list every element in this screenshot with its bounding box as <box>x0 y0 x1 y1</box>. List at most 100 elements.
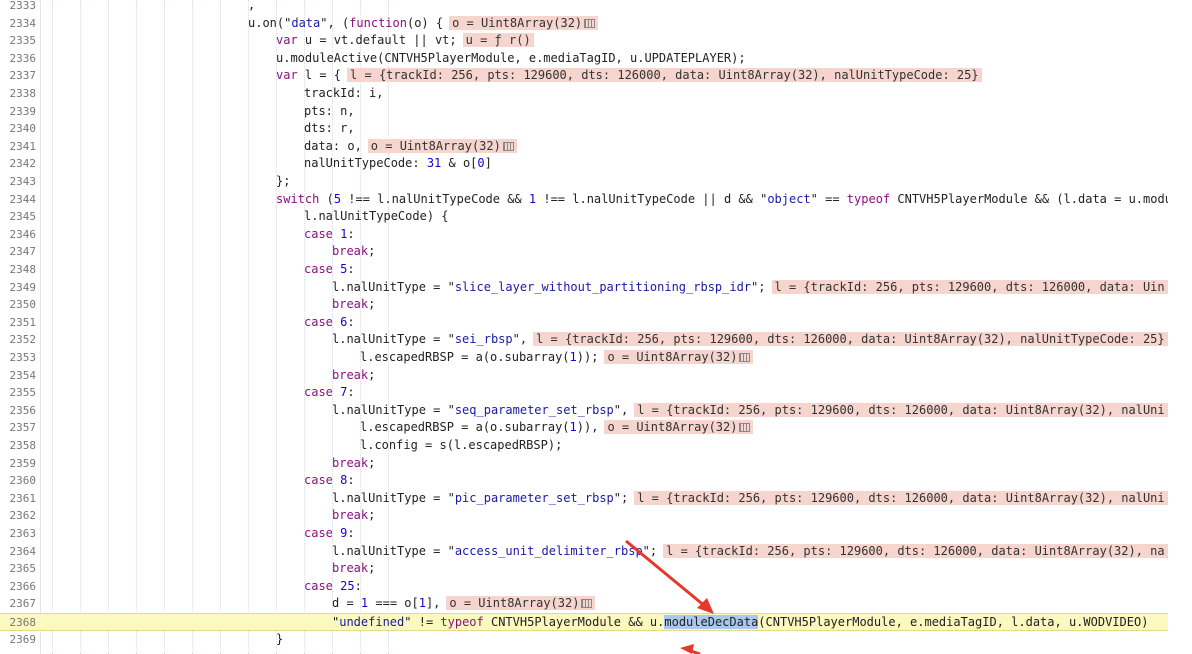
inline-debug-value[interactable]: l = {trackId: 256, pts: 129600, dts: 126… <box>533 332 1168 347</box>
code-line[interactable]: 2359 break; <box>0 455 1168 473</box>
code-line[interactable]: 2356 l.nalUnitType = "seq_parameter_set_r… <box>0 402 1168 420</box>
code-line[interactable]: 2350 break; <box>0 296 1168 314</box>
code-line[interactable]: 2342 nalUnitTypeCode: 31 & o[0] <box>0 155 1168 173</box>
line-number[interactable]: 2334 <box>0 15 37 33</box>
line-number[interactable]: 2345 <box>0 208 37 226</box>
line-number[interactable]: 2335 <box>0 32 37 50</box>
line-number[interactable]: 2337 <box>0 67 37 85</box>
code-line[interactable]: 2337 var l = {l = {trackId: 256, pts: 129… <box>0 67 1168 85</box>
code-line[interactable]: 2366 case 25: <box>0 578 1168 596</box>
line-number[interactable]: 2339 <box>0 103 37 121</box>
line-number[interactable]: 2341 <box>0 138 37 156</box>
code-line[interactable]: 2333, <box>0 0 1168 15</box>
inline-debug-value[interactable]: l = {trackId: 256, pts: 129600, dts: 126… <box>634 402 1168 417</box>
line-number[interactable]: 2367 <box>0 595 37 613</box>
code-line-current[interactable]: 2368 "undefined" != typeof CNTVH5PlayerMo… <box>0 613 1168 631</box>
code-token: l = { <box>297 68 342 83</box>
inline-debug-value[interactable]: l = {trackId: 256, pts: 129600, dts: 126… <box>663 543 1168 558</box>
line-number[interactable]: 2353 <box>0 349 37 367</box>
line-number[interactable]: 2344 <box>0 191 37 209</box>
line-number[interactable]: 2343 <box>0 173 37 191</box>
line-number[interactable]: 2346 <box>0 226 37 244</box>
line-number[interactable]: 2356 <box>0 402 37 420</box>
line-number[interactable]: 2359 <box>0 455 37 473</box>
inline-debug-value[interactable]: o = Uint8Array(32) <box>446 596 596 611</box>
line-number[interactable]: 2333 <box>0 0 37 15</box>
array-preview-icon[interactable] <box>502 141 514 151</box>
inline-debug-value[interactable]: o = Uint8Array(32) <box>604 420 754 435</box>
code-line[interactable]: 2345 l.nalUnitTypeCode) { <box>0 208 1168 226</box>
code-token: : <box>347 314 355 329</box>
code-line[interactable]: 2347 break; <box>0 243 1168 261</box>
line-number[interactable]: 2365 <box>0 560 37 578</box>
source-code-editor[interactable]: 2333, 2334 u.on("data", (function(o) {o = … <box>0 0 1168 654</box>
code-line[interactable]: 2352 l.nalUnitType = "sei_rbsp", l = {trac… <box>0 331 1168 349</box>
code-line[interactable]: 2336 u.moduleActive(CNTVH5PlayerModule, e… <box>0 50 1168 68</box>
code-token: CNTVH5PlayerModule && (l.data = u.modu <box>890 191 1168 206</box>
line-number[interactable]: 2349 <box>0 279 37 297</box>
line-number[interactable]: 2336 <box>0 50 37 68</box>
code-line[interactable]: 2363 case 9: <box>0 525 1168 543</box>
code-line[interactable]: 2354 break; <box>0 367 1168 385</box>
code-line[interactable]: 2341 data: o, o = Uint8Array(32) <box>0 138 1168 156</box>
code-line[interactable]: 2367 d = 1 === o[1], o = Uint8Array(32) <box>0 595 1168 613</box>
line-number[interactable]: 2342 <box>0 155 37 173</box>
code-line[interactable]: 2338 trackId: i, <box>0 85 1168 103</box>
code-line[interactable]: 2364 l.nalUnitType = "access_unit_delimit… <box>0 543 1168 561</box>
code-line[interactable]: 2355 case 7: <box>0 384 1168 402</box>
line-number[interactable]: 2363 <box>0 525 37 543</box>
line-number[interactable]: 2352 <box>0 331 37 349</box>
line-number[interactable]: 2354 <box>0 367 37 385</box>
code-line[interactable]: 2369} <box>0 631 1168 649</box>
code-token: ", ( <box>320 15 350 30</box>
code-line[interactable]: 2340 dts: r, <box>0 120 1168 138</box>
line-number[interactable]: 2362 <box>0 507 37 525</box>
inline-debug-value[interactable]: o = Uint8Array(32) <box>449 15 599 30</box>
array-preview-icon[interactable] <box>739 353 751 362</box>
line-number[interactable]: 2338 <box>0 85 37 103</box>
line-number[interactable]: 2340 <box>0 120 37 138</box>
code-token: ", <box>512 332 528 347</box>
code-line[interactable]: 2335 var u = vt.default || vt; u = ƒ r() <box>0 32 1168 50</box>
line-number[interactable]: 2369 <box>0 631 37 649</box>
line-number[interactable]: 2360 <box>0 472 37 490</box>
inline-debug-value[interactable]: u = ƒ r() <box>462 33 534 48</box>
line-number[interactable]: 2361 <box>0 490 37 508</box>
line-number[interactable]: 2348 <box>0 261 37 279</box>
array-preview-icon[interactable] <box>584 18 596 28</box>
code-line[interactable]: 2343}; <box>0 173 1168 191</box>
line-number[interactable]: 2357 <box>0 419 37 437</box>
code-line[interactable]: 2362 break; <box>0 507 1168 525</box>
code-line[interactable]: 2361 l.nalUnitType = "pic_parameter_set_r… <box>0 490 1168 508</box>
inline-debug-value[interactable]: l = {trackId: 256, pts: 129600, dts: 126… <box>347 68 982 83</box>
code-line[interactable]: 2339 pts: n, <box>0 103 1168 121</box>
code-line[interactable]: 2353 l.escapedRBSP = a(o.subarray(1)); o =… <box>0 349 1168 367</box>
line-number[interactable]: 2358 <box>0 437 37 455</box>
code-text: case 6: <box>304 314 355 332</box>
code-line[interactable]: 2344 switch (5 !== l.nalUnitTypeCode && 1… <box>0 191 1169 209</box>
line-number[interactable]: 2347 <box>0 243 37 261</box>
code-line[interactable]: 2346 case 1: <box>0 226 1168 244</box>
code-text: } <box>276 631 283 649</box>
code-line[interactable]: 2348 case 5: <box>0 261 1168 279</box>
line-number[interactable]: 2355 <box>0 384 37 402</box>
array-preview-icon[interactable] <box>739 423 751 433</box>
code-text: case 7: <box>304 384 355 402</box>
line-number[interactable]: 2368 <box>0 614 37 632</box>
inline-debug-value[interactable]: o = Uint8Array(32) <box>367 138 517 153</box>
code-line[interactable]: 2358 l.config = s(l.escapedRBSP); <box>0 437 1168 455</box>
code-line[interactable]: 2365 break; <box>0 560 1168 578</box>
code-line[interactable]: 2334 u.on("data", (function(o) {o = Uint8… <box>0 15 1168 33</box>
line-number[interactable]: 2350 <box>0 296 37 314</box>
code-line[interactable]: 2357 l.escapedRBSP = a(o.subarray(1)), o =… <box>0 419 1168 437</box>
line-number[interactable]: 2366 <box>0 578 37 596</box>
code-line[interactable]: 2349 l.nalUnitType = "slice_layer_without… <box>0 279 1168 297</box>
inline-debug-value[interactable]: l = {trackId: 256, pts: 129600, dts: 126… <box>634 490 1168 505</box>
inline-debug-value[interactable]: o = Uint8Array(32) <box>604 350 754 364</box>
line-number[interactable]: 2351 <box>0 314 37 332</box>
line-number[interactable]: 2364 <box>0 543 37 561</box>
inline-debug-value[interactable]: l = {trackId: 256, pts: 129600, dts: 126… <box>771 279 1168 294</box>
code-line[interactable]: 2360 case 8: <box>0 472 1168 490</box>
code-line[interactable]: 2351 case 6: <box>0 314 1168 332</box>
array-preview-icon[interactable] <box>581 599 593 609</box>
